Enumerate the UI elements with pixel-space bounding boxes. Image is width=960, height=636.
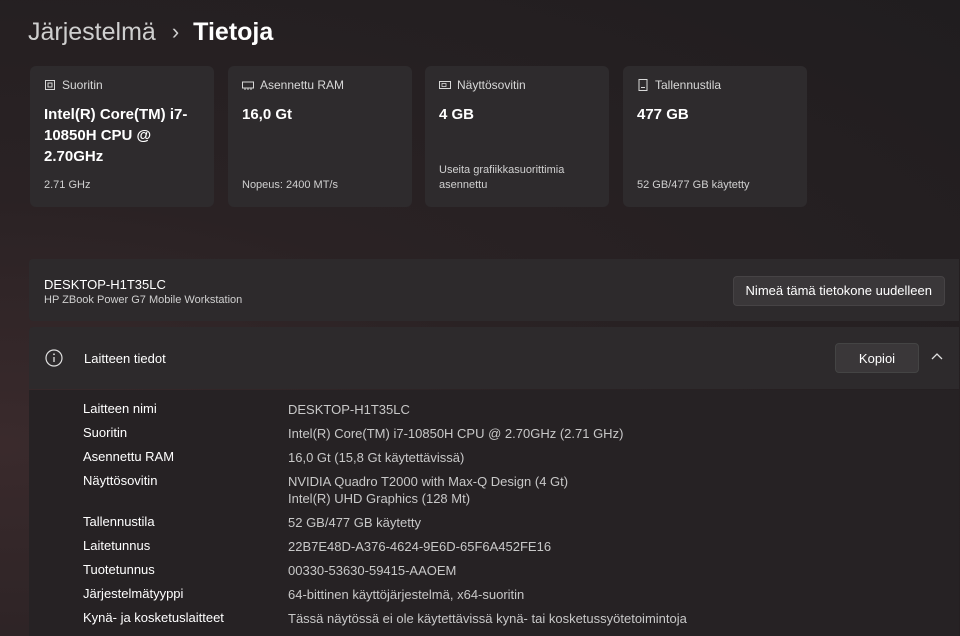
spec-value: NVIDIA Quadro T2000 with Max-Q Design (4… [288,474,569,489]
processor-icon [44,79,56,91]
rename-pc-button[interactable]: Nimeä tämä tietokone uudelleen [732,276,945,306]
spec-key: Laitetunnus [83,538,151,553]
spec-key: Tallennustila [83,514,155,529]
spec-key: Asennettu RAM [83,449,175,464]
card-footer: Useita grafiikkasuorittimia asennettu [439,164,565,191]
card-footer: 52 GB/477 GB käytetty [637,179,750,191]
device-specs-header[interactable]: Laitteen tiedot Kopioi [29,327,959,389]
spec-value: Intel(R) Core(TM) i7-10850H CPU @ 2.70GH… [288,426,624,441]
breadcrumb-parent-link[interactable]: Järjestelmä [28,18,156,47]
spec-key: Järjestelmätyyppi [83,586,184,601]
card-label: Suoritin [62,78,103,92]
card-value: 4 GB [439,106,475,123]
spec-value: 00330-53630-59415-AAOEM [288,563,457,578]
spec-key: Kynä- ja kosketuslaitteet [83,610,224,625]
card-footer: 2.71 GHz [44,179,91,191]
spec-value: 64-bittinen käyttöjärjestelmä, x64-suori… [288,587,525,602]
card-label: Tallennustila [655,78,722,92]
chevron-up-icon[interactable] [927,347,947,367]
card-label: Näyttösovitin [457,78,526,92]
card-value: 477 GB [637,106,689,123]
display-adapter-card: Näyttösovitin 4 GB Useita grafiikkasuori… [425,66,609,207]
spec-value: DESKTOP-H1T35LC [288,402,410,417]
storage-icon [637,79,649,91]
ram-icon [242,79,254,91]
processor-card: Suoritin Intel(R) Core(TM) i7-10850H CPU… [30,66,214,207]
info-icon [45,349,63,367]
copy-button[interactable]: Kopioi [835,343,919,373]
spec-value: Tässä näytössä ei ole käytettävissä kynä… [288,611,687,626]
spec-value: 16,0 Gt (15,8 Gt käytettävissä) [288,450,465,465]
spec-key: Laitteen nimi [83,401,157,416]
card-footer: Nopeus: 2400 MT/s [242,179,338,191]
device-name-panel: DESKTOP-H1T35LC HP ZBook Power G7 Mobile… [29,259,959,321]
spec-key: Näyttösovitin [83,473,158,488]
device-specs-list: Laitteen nimi DESKTOP-H1T35LC Suoritin I… [29,390,959,636]
breadcrumb: Järjestelmä › Tietoja [28,14,273,50]
section-title: Laitteen tiedot [84,351,166,366]
spec-value: 22B7E48D-A376-4624-9E6D-65F6A452FE16 [288,539,552,554]
spec-key: Suoritin [83,425,128,440]
display-adapter-icon [439,79,451,91]
page-title: Tietoja [193,17,274,46]
spec-value-secondary: Intel(R) UHD Graphics (128 Mt) [288,491,471,506]
breadcrumb-chevron-icon: › [171,19,180,44]
storage-card: Tallennustila 477 GB 52 GB/477 GB käytet… [623,66,807,207]
card-value: 16,0 Gt [242,106,293,123]
card-value: Intel(R) Core(TM) i7-10850H CPU @ 2.70GH… [44,106,188,165]
spec-value: 52 GB/477 GB käytetty [288,515,421,530]
ram-card: Asennettu RAM 16,0 Gt Nopeus: 2400 MT/s [228,66,412,207]
spec-key: Tuotetunnus [83,562,155,577]
card-label: Asennettu RAM [260,78,345,92]
